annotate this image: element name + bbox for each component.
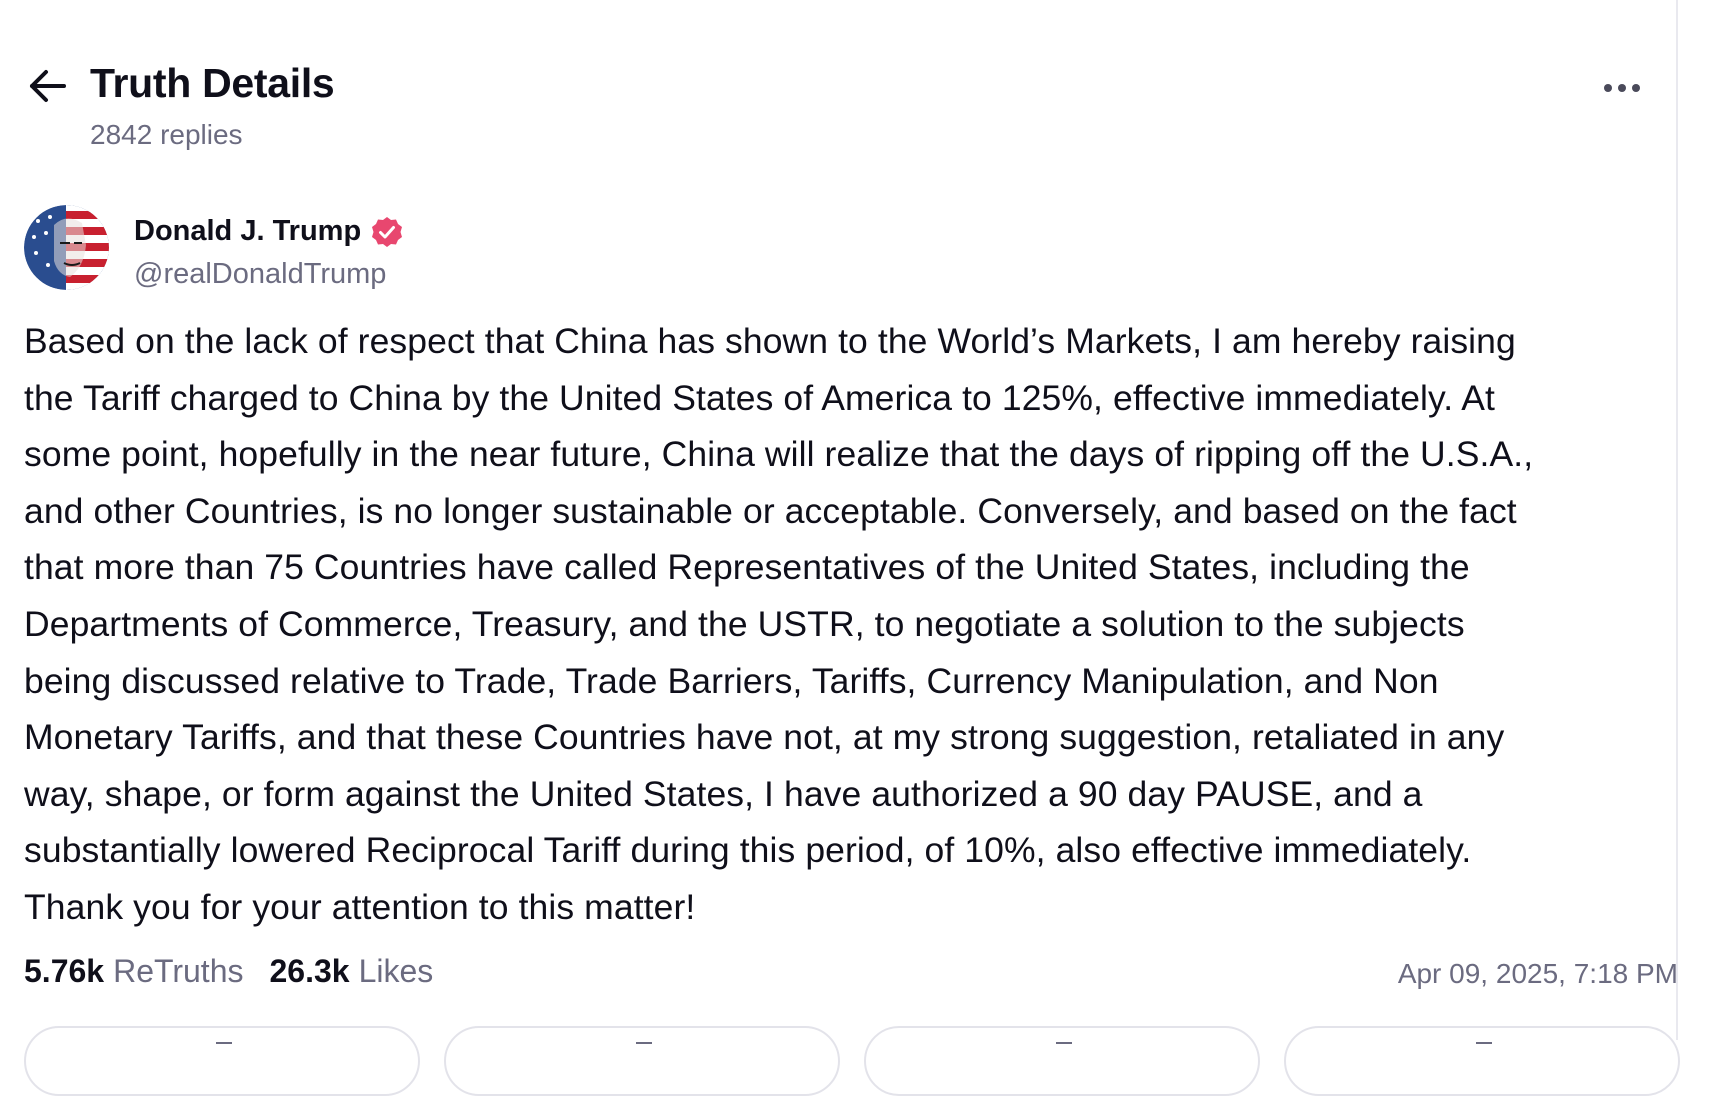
- arrow-left-icon: [30, 70, 66, 102]
- post-timestamp: Apr 09, 2025, 7:18 PM: [1397, 958, 1678, 989]
- post-body-line: way, shape, or form against the United S…: [24, 773, 1423, 814]
- avatar-image: [24, 205, 109, 290]
- retruths-label: ReTruths: [113, 953, 244, 989]
- avatar[interactable]: [24, 205, 109, 290]
- author-name[interactable]: Donald J. Trump: [134, 215, 403, 248]
- post-body-line: the Tariff charged to China by the Unite…: [24, 377, 1495, 418]
- post-body-line: Monetary Tariffs, and that these Countri…: [24, 717, 1505, 758]
- post-body-line: Thank you for your attention to this mat…: [24, 886, 696, 927]
- retruths-stat[interactable]: 5.76k ReTruths: [24, 953, 243, 990]
- reply-count: 2842 replies: [90, 119, 243, 150]
- back-button[interactable]: [24, 62, 72, 110]
- retruth-icon: [636, 1042, 652, 1044]
- verified-badge-icon: [372, 216, 403, 247]
- page-title: Truth Details: [90, 60, 335, 106]
- more-options-button[interactable]: [1596, 70, 1648, 106]
- retruths-count: 5.76k: [24, 953, 105, 989]
- post-body: Based on the lack of respect that China …: [24, 313, 1684, 936]
- reply-icon: [216, 1042, 232, 1044]
- share-icon: [1476, 1042, 1492, 1044]
- author-name-text: Donald J. Trump: [134, 215, 362, 247]
- share-button[interactable]: [1284, 1026, 1680, 1096]
- post-body-line: substantially lowered Reciprocal Tariff …: [24, 830, 1472, 871]
- post-body-line: and other Countries, is no longer sustai…: [24, 490, 1517, 531]
- author-handle[interactable]: @realDonaldTrump: [134, 258, 386, 291]
- retruth-button[interactable]: [444, 1026, 840, 1096]
- post-body-line: being discussed relative to Trade, Trade…: [24, 660, 1439, 701]
- post-author: Donald J. Trump @realDonaldTrump: [24, 205, 1624, 295]
- like-button[interactable]: [864, 1026, 1260, 1096]
- more-horizontal-icon-dot: [1632, 84, 1640, 92]
- more-horizontal-icon: [1604, 84, 1612, 92]
- post-stats: 5.76k ReTruths 26.3k Likes: [24, 953, 459, 990]
- reply-button[interactable]: [24, 1026, 420, 1096]
- action-bar: [24, 1026, 1684, 1096]
- post-body-line: that more than 75 Countries have called …: [24, 547, 1470, 588]
- page-header: Truth Details 2842 replies: [0, 0, 1676, 170]
- likes-count: 26.3k: [269, 953, 350, 989]
- post-body-line: Based on the lack of respect that China …: [24, 321, 1516, 361]
- more-horizontal-icon-dot: [1618, 84, 1626, 92]
- post-body-line: some point, hopefully in the near future…: [24, 434, 1534, 475]
- post-body-line: Departments of Commerce, Treasury, and t…: [24, 603, 1465, 644]
- heart-icon: [1056, 1042, 1072, 1044]
- likes-stat[interactable]: 26.3k Likes: [269, 953, 433, 990]
- likes-label: Likes: [358, 953, 434, 989]
